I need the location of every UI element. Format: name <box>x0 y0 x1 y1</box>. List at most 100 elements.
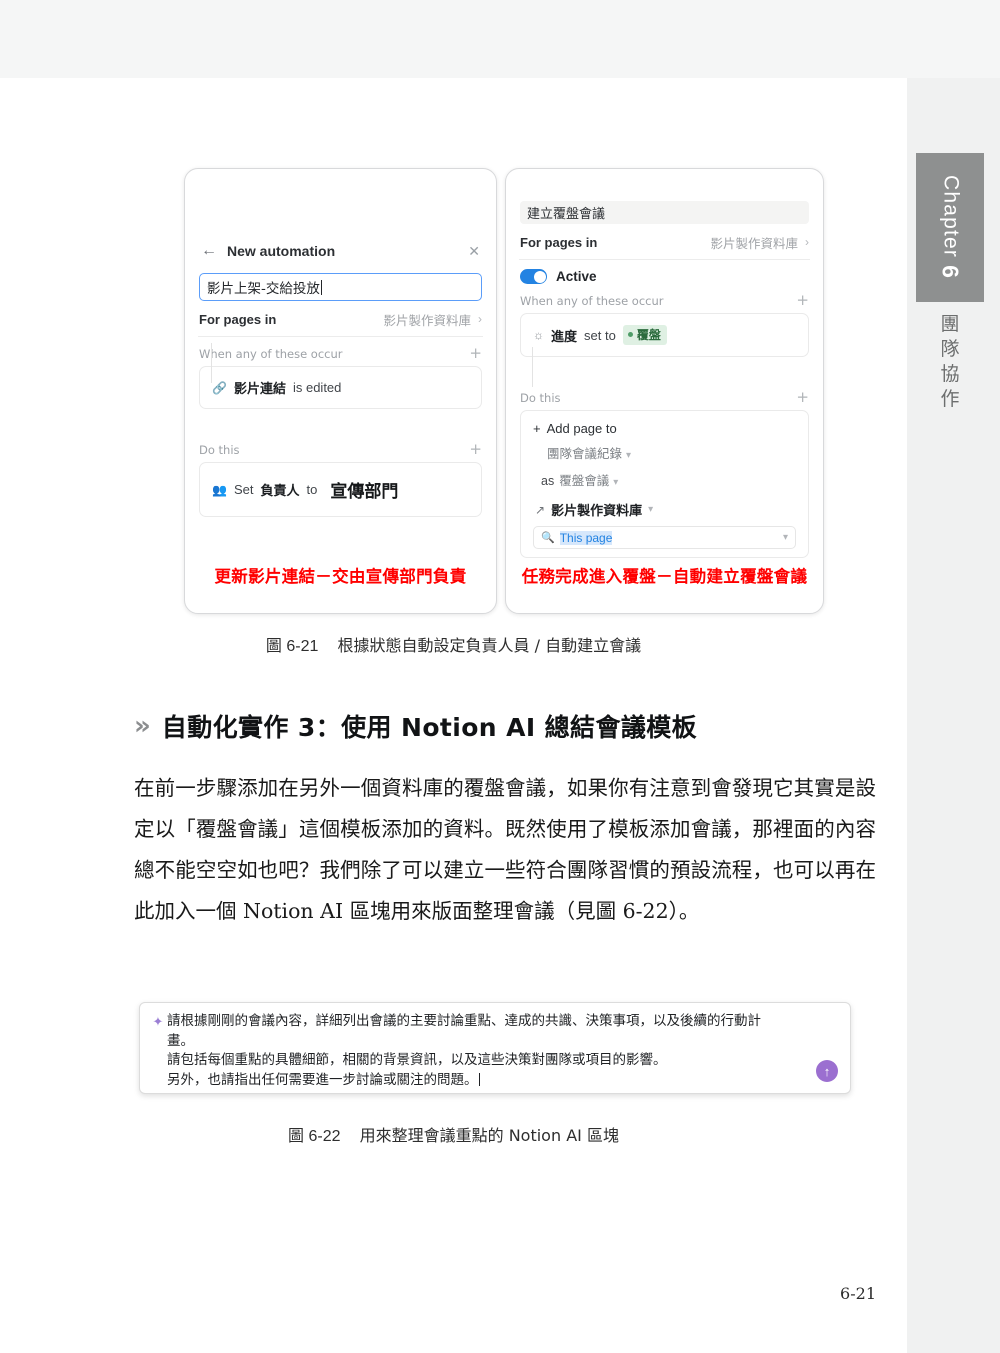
chapter-tab: Chapter 6 <box>916 153 984 302</box>
chevron-right-icon-right: › <box>805 235 809 249</box>
notion-ai-block[interactable]: ✦ 請根據剛剛的會議內容，詳細列出會議的主要討論重點、達成的共識、決策事項，以及… <box>139 1002 851 1094</box>
close-icon[interactable]: ✕ <box>468 244 480 258</box>
action-section-label-left: Do this + <box>199 442 482 457</box>
trigger-section-text: When any of these occur <box>199 346 343 361</box>
status-badge-label: 覆盤 <box>636 328 661 342</box>
page-title: 自動化實作 3：使用 Notion AI 總結會議模板 <box>161 713 698 742</box>
figure-6-22-caption: 圖 6-22 用來整理會議重點的 Notion AI 區塊 <box>0 1122 907 1146</box>
section-heading: » 自動化實作 3：使用 Notion AI 總結會議模板 <box>134 708 697 744</box>
automation-title: New automation <box>227 243 336 259</box>
action-card-right[interactable]: + Add page to 團隊會議紀錄 ▾ as 覆盤會議 ▾ ↗ 影片製作資料庫 … <box>520 410 809 558</box>
trigger-row-right: ☼ 進度 set to 覆盤 <box>521 314 808 356</box>
action-row: 👥 Set 負責人 to 宣傳部門 <box>200 463 481 516</box>
action-to: to <box>306 482 318 497</box>
ai-prompt-line-4: 另外，也請指出任何需要進一步討論或關注的問題。 <box>167 1071 816 1091</box>
chevron-down-icon-1: ▾ <box>626 450 632 461</box>
red-annotation-left: 更新影片連結－交由宣傳部門負責 <box>214 567 467 586</box>
action-property: 負責人 <box>260 484 300 499</box>
active-toggle[interactable] <box>520 269 547 284</box>
red-annotation-right: 任務完成進入覆盤－自動建立覆盤會議 <box>521 567 808 586</box>
active-toggle-row[interactable]: Active <box>520 269 809 284</box>
add-page-target: 團隊會議紀錄 <box>547 446 623 461</box>
chevron-down-icon-3: ▾ <box>648 504 654 515</box>
chapter-tab-text: Chapter 6 <box>937 175 964 279</box>
add-page-action: + Add page to 團隊會議紀錄 ▾ as 覆盤會議 ▾ ↗ 影片製作資料庫 … <box>521 411 808 557</box>
automation-panel-right: 建立覆盤會議 For pages in 影片製作資料庫 › Active Whe… <box>505 168 824 614</box>
action-section-text-right: Do this <box>520 390 561 405</box>
add-page-target-row[interactable]: 團隊會議紀錄 ▾ <box>547 443 796 462</box>
ai-prompt-line-2: 畫。 <box>167 1032 194 1049</box>
for-pages-row-right[interactable]: For pages in 影片製作資料庫 › <box>520 229 809 255</box>
trigger-property: 影片連結 <box>233 382 286 397</box>
figure-6-21: ← New automation ✕ 影片上架-交給投放 For pages i… <box>184 168 824 614</box>
chapter-tab-label: Chapter <box>939 175 963 259</box>
figure-6-21-caption: 圖 6-21 根據狀態自動設定負責人員 / 自動建立會議 <box>0 632 907 656</box>
add-trigger-button[interactable]: + <box>469 346 482 361</box>
automation-name-input[interactable]: 影片上架-交給投放 <box>199 273 482 301</box>
for-pages-value-right: 影片製作資料庫 <box>710 235 798 251</box>
sparkle-icon: ✦ <box>152 1014 164 1029</box>
chevron-right-icon: › <box>478 312 482 326</box>
action-section-text: Do this <box>199 442 240 457</box>
for-pages-label-right: For pages in <box>520 234 598 250</box>
search-value: This page <box>559 530 613 545</box>
for-pages-label: For pages in <box>199 311 277 327</box>
chevron-down-icon-4: ▾ <box>782 532 788 543</box>
text-caret <box>320 279 322 295</box>
external-link-icon: ↗ <box>535 502 546 517</box>
body-paragraph: 在前一步驟添加在另外一個資料庫的覆盤會議，如果你有注意到會發現它其實是設定以「覆… <box>134 776 876 923</box>
status-dot-icon <box>627 332 633 337</box>
for-pages-row-left[interactable]: For pages in 影片製作資料庫 › <box>199 306 482 332</box>
status-icon: ☼ <box>533 328 544 342</box>
people-icon: 👥 <box>212 482 227 497</box>
add-action-button[interactable]: + <box>469 442 482 457</box>
automation-name-value-right: 建立覆盤會議 <box>527 207 606 222</box>
trigger-section-label-right: When any of these occur + <box>520 293 809 308</box>
ai-prompt-text[interactable]: 請根據剛剛的會議內容，詳細列出會議的主要討論重點、達成的共識、決策事項，以及後續… <box>167 1012 816 1088</box>
for-pages-value: 影片製作資料庫 <box>383 312 471 328</box>
trigger-condition: is edited <box>292 380 342 395</box>
flow-connector-left <box>211 343 212 383</box>
link-icon: 🔗 <box>212 380 227 395</box>
trigger-row: 🔗 影片連結 is edited <box>200 367 481 408</box>
automation-panel-left: ← New automation ✕ 影片上架-交給投放 For pages i… <box>184 168 497 614</box>
database-row[interactable]: ↗ 影片製作資料庫 ▾ <box>535 500 796 520</box>
ai-prompt-line-1: 請根據剛剛的會議內容，詳細列出會議的主要討論重點、達成的共識、決策事項，以及後續… <box>167 1013 761 1029</box>
figure-6-21-caption-text: 根據狀態自動設定負責人員 / 自動建立會議 <box>337 636 642 655</box>
automation-name-value: 影片上架-交給投放 <box>207 281 320 297</box>
panel-divider <box>198 336 483 337</box>
active-toggle-label: Active <box>556 269 597 284</box>
trigger-condition-right: set to <box>584 327 616 343</box>
heading-chevron-icon: » <box>134 711 151 741</box>
panel-divider-right <box>519 259 810 260</box>
action-card-left[interactable]: 👥 Set 負責人 to 宣傳部門 <box>199 462 482 517</box>
chapter-tab-number: 6 <box>937 265 964 280</box>
page-number: 6-21 <box>840 1284 876 1303</box>
figure-6-22-caption-number: 圖 6-22 <box>288 1128 341 1145</box>
chapter-subtitle-char-1: 團 <box>940 313 960 335</box>
trigger-section-label-left: When any of these occur + <box>199 346 482 361</box>
trigger-property-right: 進度 <box>551 329 578 345</box>
as-value: 覆盤會議 <box>559 473 610 488</box>
figure-6-21-caption-number: 圖 6-21 <box>265 638 319 655</box>
automation-name-input-right[interactable]: 建立覆盤會議 <box>520 201 809 224</box>
add-page-label: Add page to <box>546 421 617 436</box>
chapter-subtitle-char-3: 協 <box>940 363 960 385</box>
add-page-line[interactable]: + Add page to <box>533 421 796 436</box>
trigger-card-left[interactable]: 🔗 影片連結 is edited <box>199 366 482 409</box>
plus-icon: + <box>533 421 541 436</box>
action-value: 宣傳部門 <box>330 482 399 502</box>
add-trigger-button-right[interactable]: + <box>796 293 809 308</box>
figure-6-22-caption-text: 用來整理會議重點的 Notion AI 區塊 <box>359 1126 619 1145</box>
trigger-card-right[interactable]: ☼ 進度 set to 覆盤 <box>520 313 809 357</box>
add-action-button-right[interactable]: + <box>796 390 809 405</box>
trigger-section-text-right: When any of these occur <box>520 293 664 308</box>
ai-prompt-line-4-text: 另外，也請指出任何需要進一步討論或關注的問題。 <box>167 1071 478 1088</box>
page-search-input[interactable]: 🔍 This page ▾ <box>533 526 796 549</box>
as-template-row[interactable]: as 覆盤會議 ▾ <box>541 470 796 489</box>
ai-prompt-line-3: 請包括每個重點的具體細節，相關的背景資訊，以及這些決策對團隊或項目的影響。 <box>167 1052 667 1068</box>
back-arrow-icon[interactable]: ← <box>201 243 217 259</box>
chapter-subtitle: 團 隊 協 作 <box>916 312 984 412</box>
send-up-arrow-icon[interactable]: ↑ <box>816 1060 838 1082</box>
action-verb: Set <box>233 482 254 497</box>
